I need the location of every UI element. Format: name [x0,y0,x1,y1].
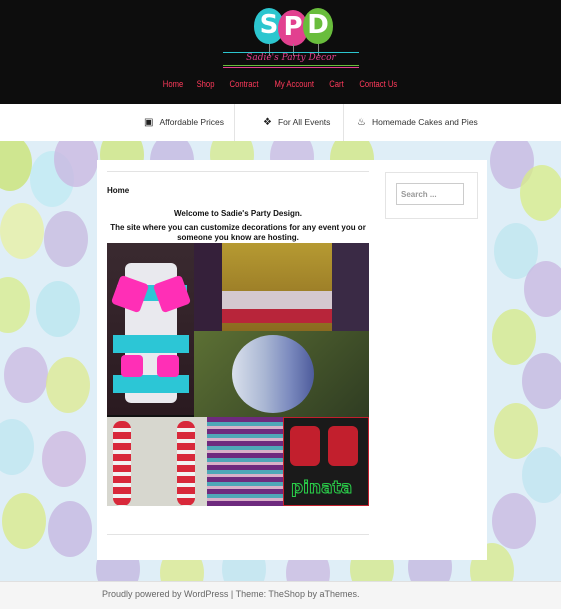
logo-tagline: Sadie's Party Decor [246,53,336,63]
party-photo-collage: pinata [107,243,369,506]
pattern-blob [54,141,98,187]
pattern-blob [0,203,44,259]
nav-item-contact-us[interactable]: Contact Us [359,79,397,89]
search-input[interactable]: Search ... [396,183,464,205]
welcome-heading: Welcome to Sadie's Party Design. [173,209,303,218]
pattern-blob [0,277,30,333]
balloon-column [177,421,195,506]
pattern-blob [36,281,80,337]
nav-item-shop[interactable]: Shop [197,79,215,89]
photo-egg-pinata [194,331,369,417]
pattern-blob [492,309,536,365]
pattern-blob [2,493,46,549]
divider [107,534,369,535]
photo-balloon-columns [107,417,207,506]
gift-icon: ❖ [263,117,272,128]
feature-label: Homemade Cakes and Pies [371,117,478,127]
feature-label: For All Events [277,117,331,127]
cake-bow [121,355,143,377]
balloon-column [332,243,369,331]
photo-badger-pinata: pinata [283,417,369,506]
sidebar-area [375,160,487,560]
welcome-text: Welcome to Sadie's Party Design. The sit… [107,209,369,243]
photo-striped-decor [207,417,283,506]
footer-credits: Proudly powered by WordPress | Theme: Th… [102,589,360,599]
feature-label: Affordable Prices [159,117,225,127]
pattern-blob [4,347,48,403]
site-header: S P D Sadie's Party Decor Home Shop Cont… [0,0,561,104]
nav-item-cart[interactable]: Cart [330,79,344,89]
table-skirt [222,309,332,323]
pattern-blob [524,261,561,317]
feature-affordable-prices: ▣ Affordable Prices [144,104,224,141]
money-icon: ▣ [144,117,154,128]
nav-item-contract[interactable]: Contract [229,79,258,89]
main-nav: Home Shop Contract My Account Cart Conta… [0,79,561,89]
collage-caption: pinata [290,478,353,499]
feature-bar: ▣ Affordable Prices ❖ For All Events ♨ Home… [0,104,561,142]
pattern-blob [42,431,86,487]
pattern-blob [0,141,32,191]
logo-line [223,65,359,66]
balloon-column [113,421,131,506]
cake-ribbon [113,375,189,393]
feature-for-all-events: ❖ For All Events [263,104,330,141]
feature-homemade-cakes: ♨ Homemade Cakes and Pies [357,104,478,141]
nav-item-home[interactable]: Home [162,79,182,89]
badger-panel [290,426,320,466]
logo-balloon-d: D [303,8,333,44]
pattern-blob [522,353,561,409]
logo-line [223,67,359,68]
divider [234,104,235,141]
pattern-blob [522,447,561,503]
pattern-blob [0,419,34,475]
balloon-column [194,243,222,331]
pattern-blob [46,357,90,413]
pattern-blob [492,493,536,549]
divider [343,104,344,141]
cake-bow [157,355,179,377]
search-widget: Search ... [385,172,478,219]
page-title: Home [107,186,130,195]
photo-diaper-cake [107,243,194,415]
cake-icon: ♨ [357,117,366,128]
photo-party-table [194,243,369,331]
pattern-blob [44,211,88,267]
nav-item-my-account[interactable]: My Account [275,79,315,89]
pattern-blob [48,501,92,557]
badger-panel [328,426,358,466]
divider [107,171,369,172]
main-content: Home Welcome to Sadie's Party Design. Th… [97,160,375,560]
site-footer: Proudly powered by WordPress | Theme: Th… [0,581,561,609]
egg-shape [232,335,314,413]
site-logo[interactable]: S P D Sadie's Party Decor [221,8,361,70]
welcome-description: The site where you can customize decorat… [110,223,366,242]
cake-ribbon [113,335,189,353]
pattern-blob [520,165,561,221]
